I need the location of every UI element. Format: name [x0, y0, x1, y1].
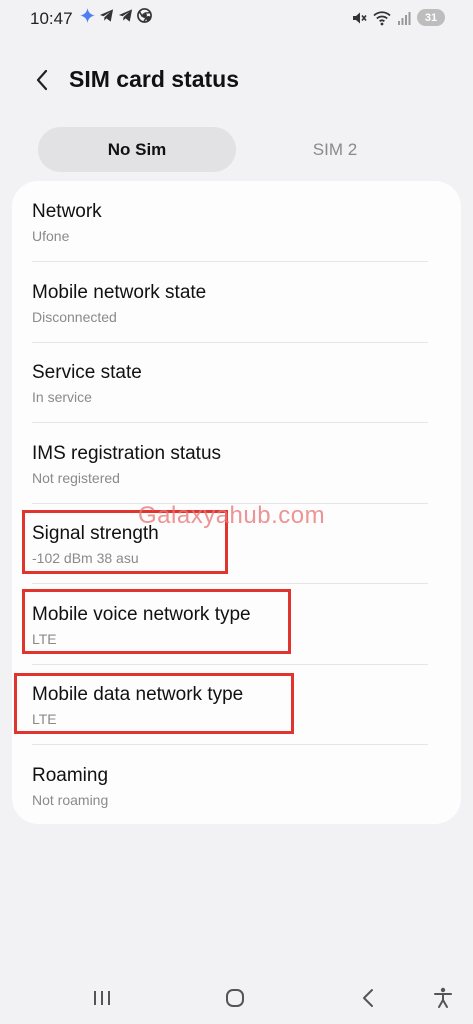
- list-item-mobile-network-state: Mobile network state Disconnected: [32, 262, 427, 342]
- tab-no-sim[interactable]: No Sim: [38, 127, 236, 172]
- recent-apps-icon[interactable]: [90, 986, 114, 1010]
- mute-icon: [351, 10, 367, 26]
- status-system-icons: 31: [351, 9, 445, 26]
- status-time: 10:47: [30, 9, 73, 28]
- signal-icon: [397, 10, 411, 26]
- back-button[interactable]: [28, 66, 56, 94]
- tab-sim-2[interactable]: SIM 2: [236, 127, 434, 172]
- chevron-left-icon: [36, 69, 48, 91]
- list-item-service-state: Service state In service: [32, 342, 427, 422]
- list-item-roaming: Roaming Not roaming: [32, 745, 427, 825]
- accessibility-icon[interactable]: [431, 986, 455, 1010]
- telegram-icon: [118, 8, 133, 23]
- back-icon[interactable]: [356, 986, 380, 1010]
- list-item-network: Network Ufone: [32, 181, 427, 261]
- sim-tabs: No Sim SIM 2: [38, 127, 434, 172]
- item-title: IMS registration status: [32, 443, 222, 464]
- page-title: SIM card status: [69, 66, 239, 92]
- item-value: Disconnected: [32, 309, 117, 325]
- navigation-bar: [0, 978, 473, 1018]
- telegram-icon: [99, 8, 114, 23]
- highlight-box-data-network-type: [14, 673, 294, 734]
- battery-icon: 31: [417, 9, 445, 26]
- item-value: Not roaming: [32, 792, 109, 808]
- item-title: Network: [32, 201, 102, 222]
- notification-dot-icon: [146, 16, 151, 21]
- list-item-ims-registration-status: IMS registration status Not registered: [32, 423, 427, 503]
- item-title: Mobile network state: [32, 282, 207, 303]
- highlight-box-voice-network-type: [22, 589, 291, 654]
- gemini-sparkle-icon: [80, 8, 95, 23]
- item-value: Ufone: [32, 228, 70, 244]
- item-title: Roaming: [32, 765, 109, 786]
- item-value: In service: [32, 389, 92, 405]
- home-icon[interactable]: [223, 986, 247, 1010]
- status-notification-icons: [80, 8, 152, 23]
- status-bar: 10:47 31: [0, 0, 473, 36]
- header: SIM card status: [0, 58, 473, 104]
- wifi-icon: [373, 10, 391, 26]
- item-value: Not registered: [32, 470, 120, 486]
- item-title: Service state: [32, 362, 142, 383]
- watermark-text: Galaxyahub.com: [138, 502, 326, 529]
